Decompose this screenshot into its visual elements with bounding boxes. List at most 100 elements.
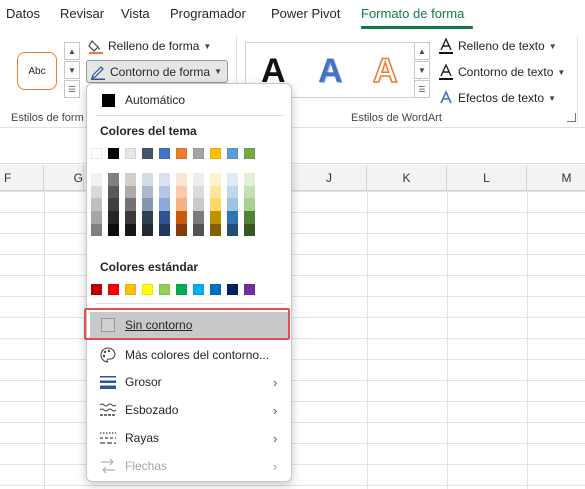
theme-shade-swatch[interactable] [125, 223, 136, 237]
theme-shade-swatch[interactable] [125, 198, 136, 212]
theme-color-swatch[interactable] [91, 148, 102, 159]
theme-shade-swatch[interactable] [227, 185, 238, 199]
standard-color-swatch[interactable] [210, 284, 221, 295]
theme-shade-swatch[interactable] [244, 198, 255, 212]
theme-color-swatch[interactable] [193, 148, 204, 159]
theme-shade-swatch[interactable] [142, 211, 153, 224]
menu-item-more-outline-colors[interactable]: Más colores del contorno... [87, 342, 291, 368]
standard-color-swatch[interactable] [91, 284, 102, 295]
theme-shade-swatch[interactable] [227, 198, 238, 212]
theme-shade-swatch[interactable] [159, 211, 170, 224]
shape-styles-scroll-up[interactable]: ▲ [64, 42, 80, 60]
wordart-style-orange[interactable]: A [372, 51, 398, 91]
theme-shade-swatch[interactable] [227, 211, 238, 224]
tab-power-pivot[interactable]: Power Pivot [271, 6, 340, 21]
theme-shade-swatch[interactable] [210, 198, 221, 212]
theme-shade-swatch[interactable] [227, 173, 238, 186]
theme-shade-swatch[interactable] [142, 173, 153, 186]
theme-shade-swatch[interactable] [142, 185, 153, 199]
theme-color-swatch[interactable] [244, 148, 255, 159]
theme-shade-swatch[interactable] [125, 173, 136, 186]
column-header-l[interactable]: L [447, 165, 527, 191]
theme-shade-swatch[interactable] [91, 211, 102, 224]
theme-color-swatch[interactable] [210, 148, 221, 159]
shape-styles-more[interactable]: ☰ [64, 80, 80, 98]
theme-shade-swatch[interactable] [108, 223, 119, 237]
theme-shade-swatch[interactable] [176, 173, 187, 186]
dialog-launcher-icon[interactable] [567, 113, 576, 122]
theme-shade-swatch[interactable] [210, 223, 221, 237]
menu-item-weight[interactable]: Grosor › [87, 369, 291, 395]
text-outline-button[interactable]: Contorno de texto ▼ [438, 61, 565, 83]
theme-shade-swatch[interactable] [193, 198, 204, 212]
standard-color-swatch[interactable] [227, 284, 238, 295]
theme-shade-swatch[interactable] [227, 223, 238, 237]
menu-item-arrows[interactable]: Flechas › [87, 453, 291, 479]
theme-shade-swatch[interactable] [91, 185, 102, 199]
shape-outline-button[interactable]: Contorno de forma ▼ [86, 60, 228, 83]
theme-shade-swatch[interactable] [142, 198, 153, 212]
column-header-k[interactable]: K [367, 165, 447, 191]
wordart-style-blue[interactable]: A [318, 51, 343, 91]
shape-style-preview[interactable]: Abc [17, 52, 57, 90]
theme-color-swatch[interactable] [142, 148, 153, 159]
standard-color-swatch[interactable] [176, 284, 187, 295]
theme-shade-swatch[interactable] [159, 173, 170, 186]
theme-color-swatch[interactable] [176, 148, 187, 159]
column-header-j[interactable]: J [292, 165, 367, 191]
theme-shade-swatch[interactable] [244, 173, 255, 186]
standard-color-swatch[interactable] [125, 284, 136, 295]
theme-shade-swatch[interactable] [193, 173, 204, 186]
theme-shade-swatch[interactable] [108, 198, 119, 212]
theme-color-swatch[interactable] [125, 148, 136, 159]
theme-shade-swatch[interactable] [108, 185, 119, 199]
theme-color-swatch[interactable] [159, 148, 170, 159]
theme-shade-swatch[interactable] [159, 198, 170, 212]
standard-color-swatch[interactable] [159, 284, 170, 295]
theme-shade-swatch[interactable] [125, 211, 136, 224]
theme-shade-swatch[interactable] [91, 198, 102, 212]
theme-shade-swatch[interactable] [108, 173, 119, 186]
wordart-scroll-down[interactable]: ▼ [414, 61, 430, 79]
theme-shade-swatch[interactable] [244, 211, 255, 224]
theme-shade-swatch[interactable] [193, 185, 204, 199]
standard-color-swatch[interactable] [142, 284, 153, 295]
theme-shade-swatch[interactable] [159, 223, 170, 237]
theme-shade-swatch[interactable] [176, 211, 187, 224]
theme-shade-swatch[interactable] [193, 223, 204, 237]
menu-item-sketched[interactable]: Esbozado › [87, 397, 291, 423]
tab-revisar[interactable]: Revisar [60, 6, 104, 21]
theme-shade-swatch[interactable] [108, 211, 119, 224]
standard-color-swatch[interactable] [244, 284, 255, 295]
theme-shade-swatch[interactable] [210, 211, 221, 224]
theme-shade-swatch[interactable] [159, 185, 170, 199]
theme-shade-swatch[interactable] [244, 185, 255, 199]
theme-shade-swatch[interactable] [210, 185, 221, 199]
tab-vista[interactable]: Vista [121, 6, 150, 21]
standard-color-swatch[interactable] [108, 284, 119, 295]
wordart-scroll-up[interactable]: ▲ [414, 42, 430, 60]
theme-shade-swatch[interactable] [176, 198, 187, 212]
theme-shade-swatch[interactable] [176, 223, 187, 237]
tab-formato-de-forma[interactable]: Formato de forma [361, 6, 464, 21]
menu-item-automatic[interactable]: Automático [87, 87, 291, 113]
shape-fill-button[interactable]: Relleno de forma ▼ [88, 35, 211, 57]
theme-shade-swatch[interactable] [176, 185, 187, 199]
theme-shade-swatch[interactable] [125, 185, 136, 199]
shape-styles-scroll-down[interactable]: ▼ [64, 61, 80, 79]
column-header-g[interactable]: G [44, 165, 84, 191]
theme-color-swatch[interactable] [227, 148, 238, 159]
theme-shade-swatch[interactable] [91, 173, 102, 186]
standard-color-swatch[interactable] [193, 284, 204, 295]
column-header-f[interactable]: F [0, 165, 44, 191]
theme-color-swatch[interactable] [108, 148, 119, 159]
tab-programador[interactable]: Programador [170, 6, 246, 21]
text-fill-button[interactable]: Relleno de texto ▼ [438, 35, 557, 57]
theme-shade-swatch[interactable] [244, 223, 255, 237]
theme-shade-swatch[interactable] [193, 211, 204, 224]
text-effects-button[interactable]: Efectos de texto ▼ [438, 87, 556, 109]
menu-item-dashes[interactable]: Rayas › [87, 425, 291, 451]
wordart-more[interactable]: ☰ [414, 80, 430, 98]
theme-shade-swatch[interactable] [91, 223, 102, 237]
theme-shade-swatch[interactable] [210, 173, 221, 186]
